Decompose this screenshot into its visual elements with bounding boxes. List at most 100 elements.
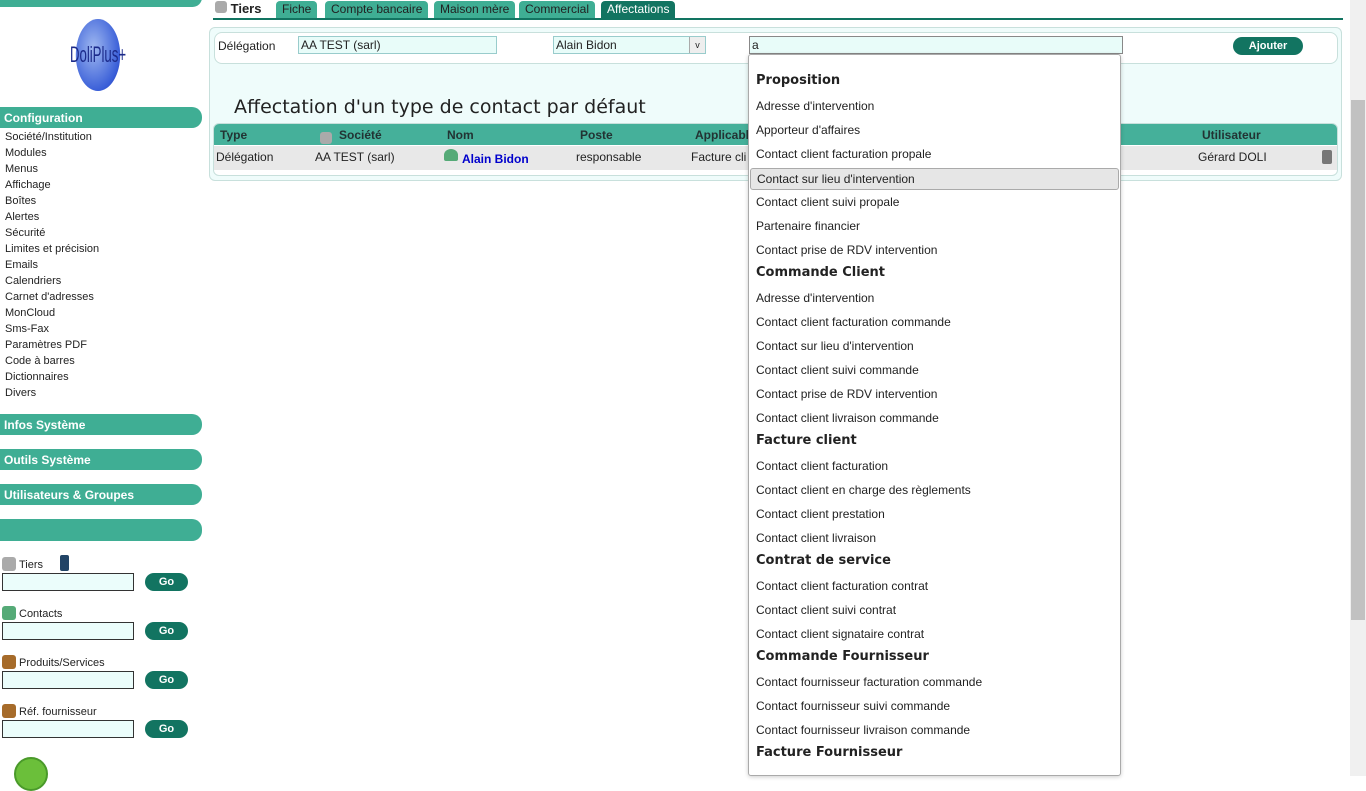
contact-type-input[interactable]: a [749,36,1123,54]
dropdown-option[interactable]: Contact sur lieu d'intervention [750,168,1119,190]
building-icon [320,132,332,144]
search-label-text: Réf. fournisseur [19,706,97,718]
power-icon[interactable] [14,757,48,791]
search-input[interactable] [2,671,134,689]
go-button[interactable]: Go [145,671,188,689]
dropdown-group-header: Commande Fournisseur [756,649,929,664]
col-utilisateur: Utilisateur [1202,128,1261,142]
logo[interactable]: DoliPlus+ [70,19,126,91]
dropdown-option[interactable]: Contact sur lieu d'intervention [750,336,1119,358]
contact-select-value: Alain Bidon [556,38,617,52]
dropdown-option[interactable]: Contact fournisseur facturation commande [750,672,1119,694]
section-configuration[interactable]: Configuration [0,107,202,128]
building-icon [215,1,227,13]
config-menu-item[interactable]: Divers [5,385,99,401]
dropdown-option[interactable]: Apporteur d'affaires [750,120,1119,142]
config-menu-item[interactable]: Calendriers [5,273,99,289]
dropdown-option[interactable]: Contact client facturation commande [750,312,1119,334]
search-box-0: Tiers Go [2,553,188,591]
col-type: Type [220,128,248,142]
config-menu-item[interactable]: Menus [5,161,99,177]
config-menu-item[interactable]: Limites et précision [5,241,99,257]
tiers-label: Tiers [230,1,262,16]
dropdown-option[interactable]: Contact client suivi propale [750,192,1119,214]
dropdown-option[interactable]: Adresse d'intervention [750,96,1119,118]
trash-icon[interactable] [1322,150,1332,164]
phone-icon[interactable] [60,555,70,571]
config-menu-item[interactable]: Alertes [5,209,99,225]
tab-fiche[interactable]: Fiche [276,1,318,18]
tab-bar: Tiers Fiche Compte bancaire Maison mère … [213,0,1343,20]
dropdown-group-header: Contrat de service [756,553,891,568]
search-input[interactable] [2,573,134,591]
dropdown-group-header: Proposition [756,73,841,88]
config-menu-item[interactable]: Modules [5,145,99,161]
config-menu: Société/Institution Modules Menus Affichage… [5,129,99,401]
section-infos-systeme[interactable]: Infos Système [0,414,202,435]
dropdown-option[interactable]: Contact client facturation propale [750,144,1119,166]
ajouter-button[interactable]: Ajouter [1233,37,1303,55]
search-label-text: Contacts [19,608,63,620]
config-menu-item[interactable]: MonCloud [5,305,99,321]
chevron-down-icon[interactable]: v [689,37,705,53]
delegation-label: Délégation [218,39,276,53]
dropdown-option[interactable]: Contact client en charge des règlements [750,480,1119,502]
config-menu-item[interactable]: Société/Institution [5,129,99,145]
search-input[interactable] [2,622,134,640]
tab-maison-mere[interactable]: Maison mère [434,1,516,18]
dropdown-option[interactable]: Contact client prestation [750,504,1119,526]
search-label-text: Produits/Services [19,657,105,669]
contact-select[interactable]: Alain Bidon v [553,36,706,54]
col-societe: Société [339,128,382,142]
config-menu-item[interactable]: Sécurité [5,225,99,241]
section-utilisateurs-groupes[interactable]: Utilisateurs & Groupes [0,484,202,505]
box-icon [2,704,16,718]
go-button[interactable]: Go [145,573,188,591]
dropdown-option[interactable]: Contact prise de RDV intervention [750,240,1119,262]
search-box-1: Contacts Go [2,602,188,640]
config-menu-item[interactable]: Emails [5,257,99,273]
page-title: Affectation d'un type de contact par déf… [234,96,646,118]
dropdown-option[interactable]: Contact prise de RDV intervention [750,384,1119,406]
scrollbar-thumb[interactable] [1351,100,1365,620]
section-outils-systeme[interactable]: Outils Système [0,449,202,470]
dropdown-option[interactable]: Contact client livraison [750,528,1119,550]
tiers-heading: Tiers [215,1,261,16]
dropdown-option[interactable]: Partenaire financier [750,216,1119,238]
dropdown-group-header: Facture Fournisseur [756,745,903,760]
config-menu-item[interactable]: Dictionnaires [5,369,99,385]
contact-icon [444,149,458,161]
tab-affectations[interactable]: Affectations [601,1,676,18]
dropdown-option[interactable]: Contact client facturation [750,456,1119,478]
tab-commercial[interactable]: Commercial [519,1,596,18]
dropdown-option[interactable]: Contact client facturation contrat [750,576,1119,598]
tab-compte-bancaire[interactable]: Compte bancaire [325,1,429,18]
dropdown-option[interactable]: Contact client suivi contrat [750,600,1119,622]
config-menu-item[interactable]: Code à barres [5,353,99,369]
box-icon [2,655,16,669]
dropdown-option[interactable]: Contact fournisseur livraison commande [750,720,1119,742]
go-button[interactable]: Go [145,622,188,640]
config-menu-item[interactable]: Carnet d'adresses [5,289,99,305]
cell-nom-link[interactable]: Alain Bidon [462,152,529,166]
dropdown-group-header: Facture client [756,433,857,448]
config-menu-item[interactable]: Sms-Fax [5,321,99,337]
sidebar-top-bar [0,0,202,7]
search-input[interactable] [2,720,134,738]
dropdown-option[interactable]: Contact fournisseur suivi commande [750,696,1119,718]
dropdown-option[interactable]: Contact client livraison commande [750,408,1119,430]
dropdown-option[interactable]: Contact client signataire contrat [750,624,1119,646]
search-label: Contacts [2,602,62,620]
go-button[interactable]: Go [145,720,188,738]
search-label: Tiers [2,553,70,571]
autocomplete-dropdown: Proposition Adresse d'intervention Apporte… [748,54,1121,776]
config-menu-item[interactable]: Paramètres PDF [5,337,99,353]
societe-field[interactable]: AA TEST (sarl) [298,36,497,54]
config-menu-item[interactable]: Affichage [5,177,99,193]
dropdown-option[interactable]: Adresse d'intervention [750,288,1119,310]
search-label: Produits/Services [2,651,105,669]
dropdown-option[interactable]: Contact client suivi commande [750,360,1119,382]
config-menu-item[interactable]: Boîtes [5,193,99,209]
cell-poste: responsable [576,150,642,164]
scrollbar[interactable] [1350,0,1366,776]
